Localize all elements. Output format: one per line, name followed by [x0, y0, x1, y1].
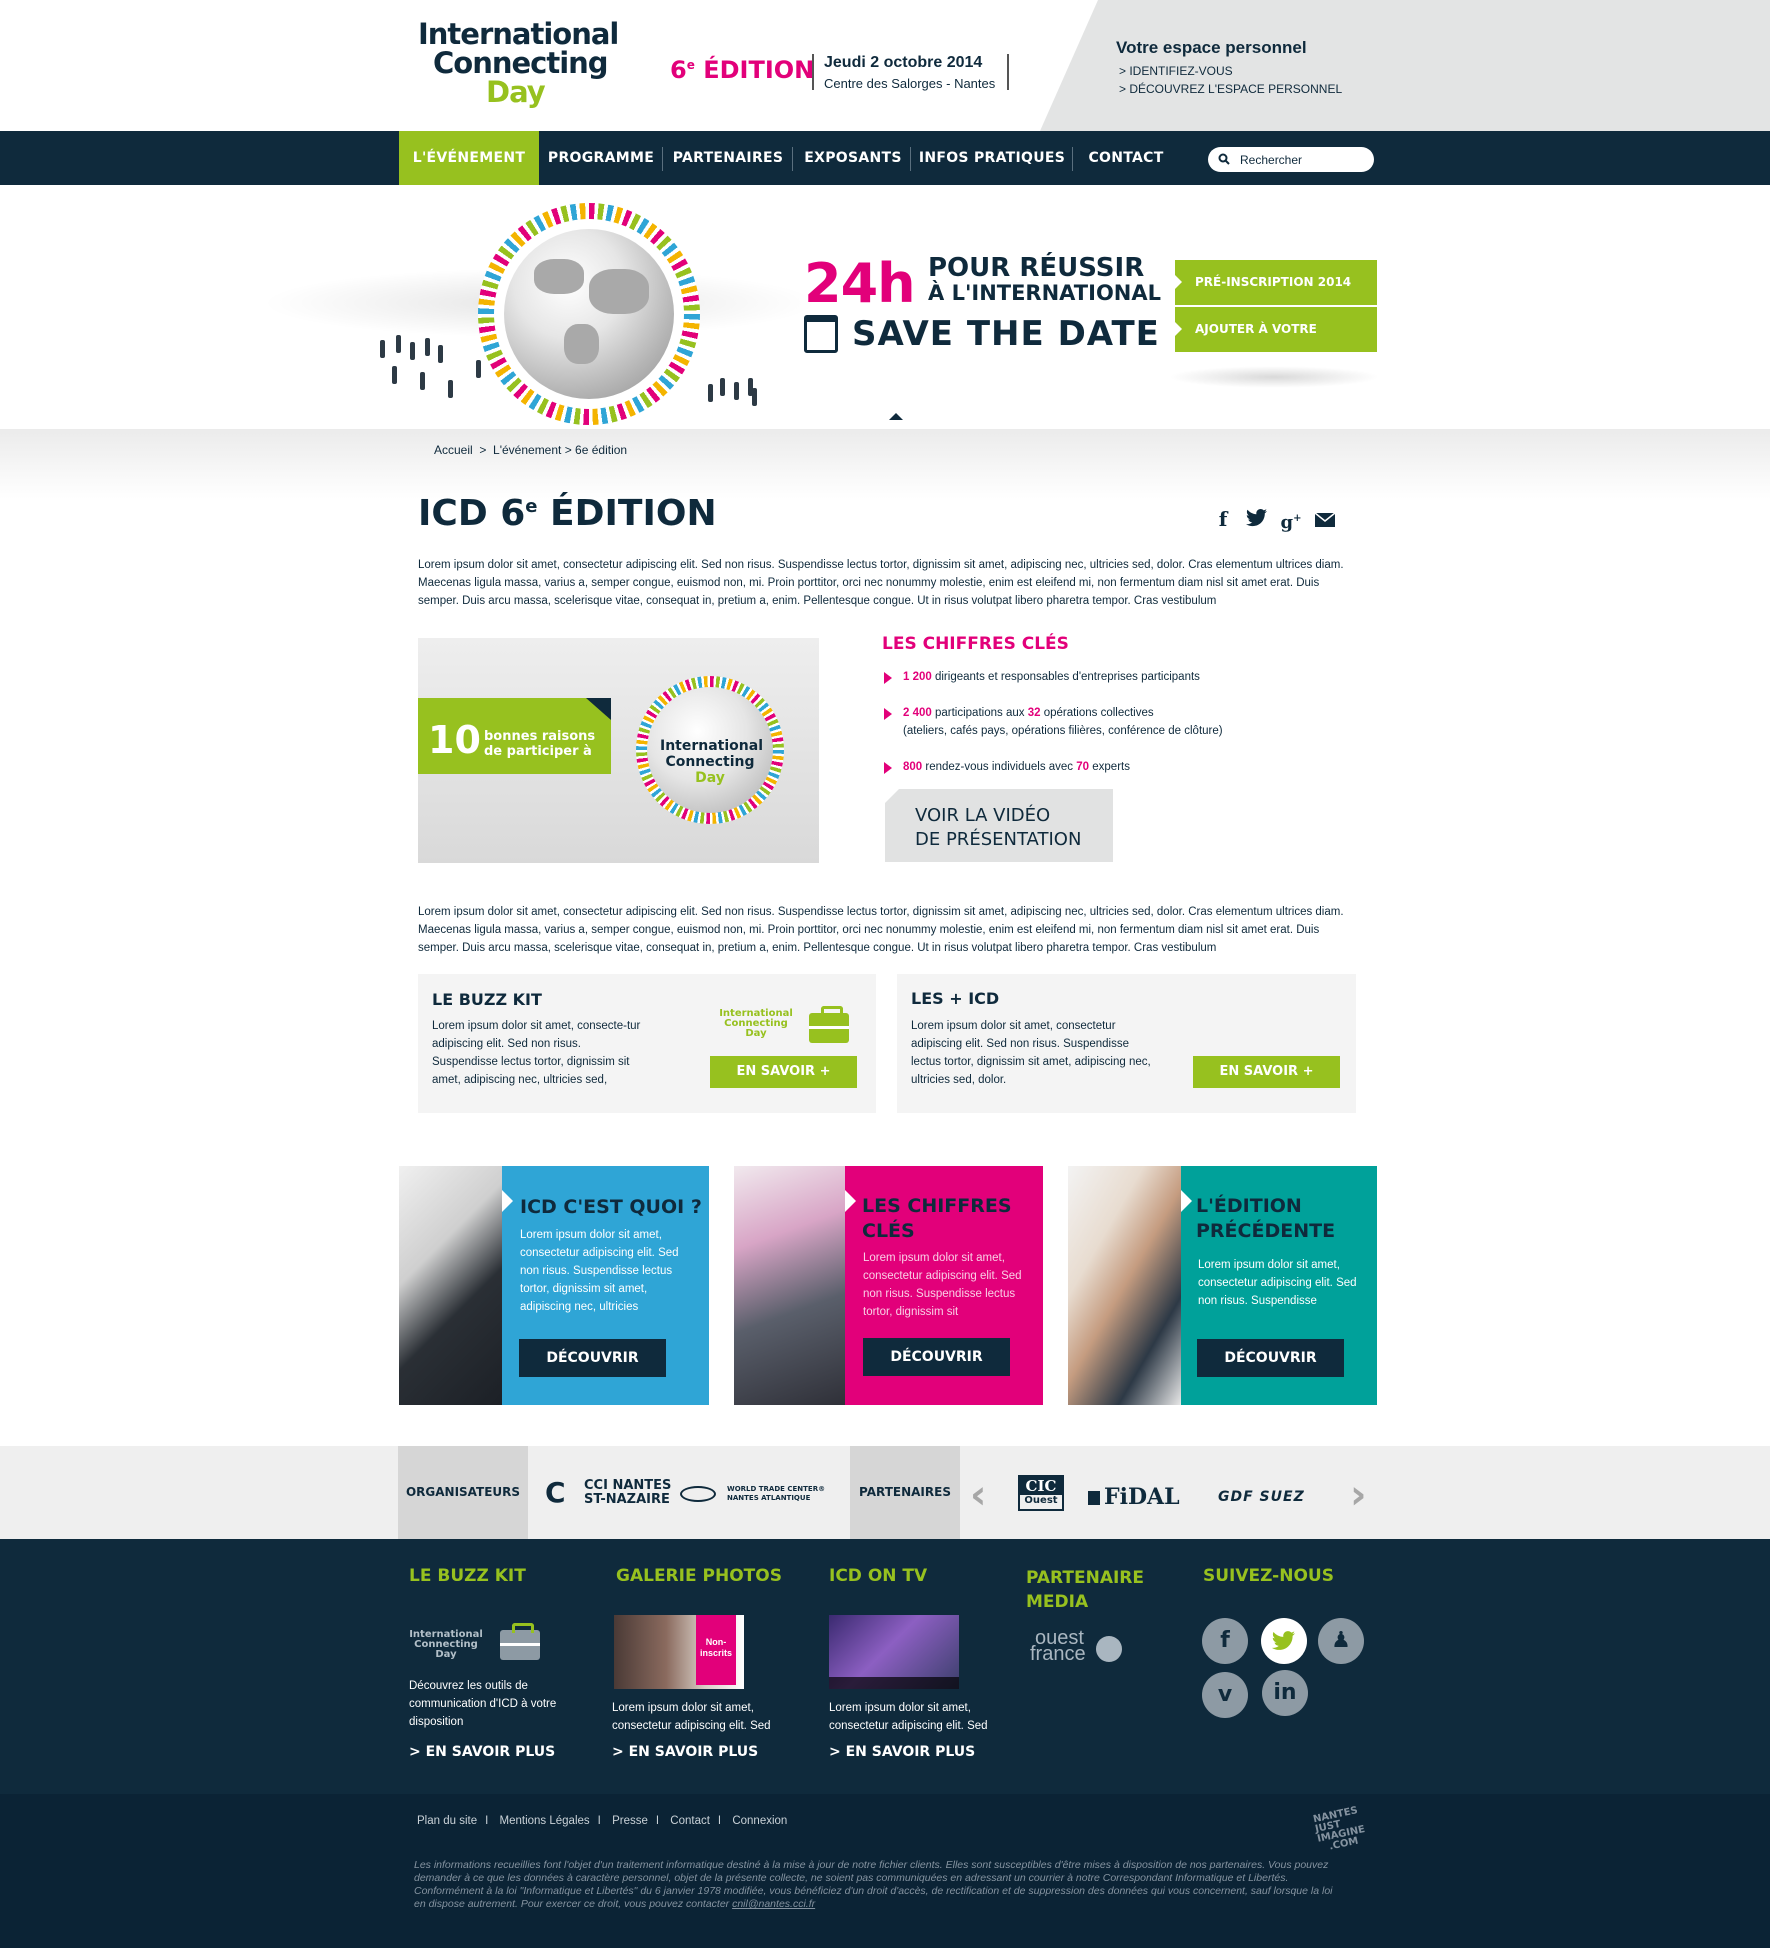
site-logo[interactable]: International Connecting Day	[418, 20, 619, 107]
nav-item-partenaires[interactable]: PARTENAIRES	[664, 131, 792, 185]
key-figure-item: 800 rendez-vous individuels avec 70 expe…	[884, 758, 1130, 776]
footer-tv-title: ICD ON TV	[829, 1566, 928, 1586]
discover-button[interactable]: DÉCOUVRIR	[863, 1338, 1010, 1376]
footer-icd-logo: International Connecting Day	[409, 1629, 483, 1660]
cic-logo[interactable]: CIC Ouest	[1018, 1475, 1064, 1511]
nav-item-contact[interactable]: CONTACT	[1074, 131, 1178, 185]
search-input[interactable]: Rechercher	[1208, 147, 1374, 172]
nav-item-exposants[interactable]: EXPOSANTS	[794, 131, 912, 185]
page-title: ICD 6e ÉDITION	[418, 493, 717, 534]
wtc-icon	[680, 1486, 716, 1502]
press-link[interactable]: Presse	[612, 1815, 648, 1827]
buzz-more-link[interactable]: > EN SAVOIR PLUS	[409, 1744, 555, 1760]
hero-24h: 24h	[804, 252, 916, 315]
breadcrumb[interactable]: Accueil > L'événement > 6e édition	[434, 443, 627, 457]
event-date: Jeudi 2 octobre 2014 Centre des Salorges…	[812, 54, 1010, 91]
plus-icd-title: LES + ICD	[911, 989, 1000, 1008]
twitter-icon[interactable]	[1246, 508, 1268, 530]
tv-more-link[interactable]: > EN SAVOIR PLUS	[829, 1744, 975, 1760]
facebook-icon[interactable]: f	[1212, 508, 1234, 530]
calendar-icon	[804, 315, 838, 353]
key-figure-item: 1 200 dirigeants et responsables d'entre…	[884, 668, 1200, 686]
cnil-email-link[interactable]: cnil@nantes.cci.fr	[732, 1898, 815, 1910]
legal-links: Plan du site I Mentions Légales I Presse I …	[417, 1815, 788, 1827]
gallery-thumbnail[interactable]: Non-inscrits	[614, 1615, 744, 1689]
hero-arrow-icon	[889, 413, 903, 420]
wtc-logo[interactable]: WORLD TRADE CENTER® NANTES ATLANTIQUE	[727, 1485, 825, 1503]
nav-item-programme[interactable]: PROGRAMME	[543, 131, 659, 185]
linkedin-icon[interactable]: in	[1262, 1670, 1308, 1716]
main-nav: L'ÉVÉNEMENT PROGRAMME PARTENAIRES EXPOSA…	[0, 131, 1770, 193]
search-icon	[1218, 153, 1230, 165]
hero-subtitle: POUR RÉUSSIR À L'INTERNATIONAL	[928, 253, 1161, 305]
discover-space-link[interactable]: > DÉCOUVREZ L'ESPACE PERSONNEL	[1116, 82, 1342, 96]
organisers-label: ORGANISATEURS	[398, 1446, 528, 1539]
watch-video-label[interactable]: VOIR LA VIDÉO DE PRÉSENTATION	[915, 804, 1081, 852]
pre-registration-button[interactable]: PRÉ-INSCRIPTION 2014	[1175, 260, 1377, 305]
footer-buzz-title: LE BUZZ KIT	[409, 1566, 526, 1586]
key-figures-title: LES CHIFFRES CLÉS	[882, 634, 1069, 654]
ouest-france-icon	[1096, 1636, 1122, 1662]
twitter-icon[interactable]	[1261, 1618, 1307, 1664]
intro-paragraph: Lorem ipsum dolor sit amet, consectetur …	[418, 559, 1344, 607]
card-photo	[734, 1166, 845, 1405]
legal-notice-link[interactable]: Mentions Légales	[500, 1815, 590, 1827]
sitemap-link[interactable]: Plan du site	[417, 1815, 477, 1827]
body-paragraph: Lorem ipsum dolor sit amet, consectetur …	[418, 906, 1344, 954]
cci-logo[interactable]: CCI NANTES ST-NAZAIRE	[584, 1479, 671, 1507]
gdf-suez-logo[interactable]: GDF SUEZ	[1218, 1489, 1305, 1505]
discover-button[interactable]: DÉCOUVRIR	[519, 1339, 666, 1377]
share-icons: f g+	[1212, 508, 1336, 533]
login-link[interactable]: Connexion	[732, 1815, 787, 1827]
prev-arrow-icon[interactable]: ‹	[970, 1472, 986, 1518]
tv-video-thumbnail[interactable]	[829, 1615, 959, 1689]
mail-icon[interactable]	[1314, 508, 1336, 530]
footer-social-title: SUIVEZ-NOUS	[1203, 1566, 1334, 1586]
globe-image	[504, 229, 674, 399]
personal-space: Votre espace personnel > IDENTIFIEZ-VOUS…	[1116, 38, 1342, 96]
cci-icon: C	[545, 1476, 566, 1509]
ouest-france-logo[interactable]: ouest france	[1030, 1628, 1086, 1664]
gallery-more-link[interactable]: > EN SAVOIR PLUS	[612, 1744, 758, 1760]
footer-gallery-title: GALERIE PHOTOS	[616, 1566, 782, 1586]
buzz-kit-logo: International Connecting Day	[719, 1008, 793, 1039]
video-logo: International Connecting Day	[660, 738, 764, 786]
discover-button[interactable]: DÉCOUVRIR	[1197, 1339, 1344, 1377]
card-title: L'ÉDITION PRÉCÉDENTE	[1196, 1195, 1336, 1242]
edition-label: 6e ÉDITION	[670, 56, 815, 84]
partners-label: PARTENAIRES	[850, 1446, 960, 1539]
vimeo-icon[interactable]: v	[1202, 1672, 1248, 1718]
login-link[interactable]: > IDENTIFIEZ-VOUS	[1116, 64, 1342, 78]
personal-space-title: Votre espace personnel	[1116, 38, 1307, 57]
buzz-kit-more-button[interactable]: EN SAVOIR +	[710, 1056, 857, 1088]
facebook-icon[interactable]: f	[1202, 1618, 1248, 1664]
card-photo	[1068, 1166, 1181, 1405]
briefcase-icon	[809, 1006, 849, 1043]
next-arrow-icon[interactable]: ›	[1350, 1472, 1366, 1518]
save-the-date: SAVE THE DATE	[852, 314, 1160, 354]
nav-item-infos-pratiques[interactable]: INFOS PRATIQUES	[912, 131, 1072, 185]
add-to-agenda-button[interactable]: AJOUTER À VOTRE AGENDA	[1175, 307, 1377, 381]
footer-media-title: PARTENAIRE MEDIA	[1026, 1568, 1145, 1612]
briefcase-icon	[500, 1623, 540, 1660]
plus-icd-more-button[interactable]: EN SAVOIR +	[1193, 1056, 1340, 1088]
buzz-kit-title: LE BUZZ KIT	[432, 990, 542, 1009]
legal-text: Les informations recueillies font l'obje…	[414, 1859, 1333, 1910]
contact-link[interactable]: Contact	[670, 1815, 710, 1827]
card-photo	[399, 1166, 502, 1405]
card-title: ICD C'EST QUOI ?	[520, 1196, 702, 1218]
fidal-logo[interactable]: FiDAL	[1088, 1484, 1180, 1510]
google-plus-icon[interactable]: g+	[1280, 508, 1302, 533]
key-figure-item: 2 400 participations aux 32 opérations c…	[884, 704, 1223, 740]
nav-item-evenement[interactable]: L'ÉVÉNEMENT	[399, 131, 539, 193]
card-title: LES CHIFFRES CLÉS	[862, 1195, 1012, 1242]
viadeo-icon[interactable]: ♟	[1318, 1618, 1364, 1664]
